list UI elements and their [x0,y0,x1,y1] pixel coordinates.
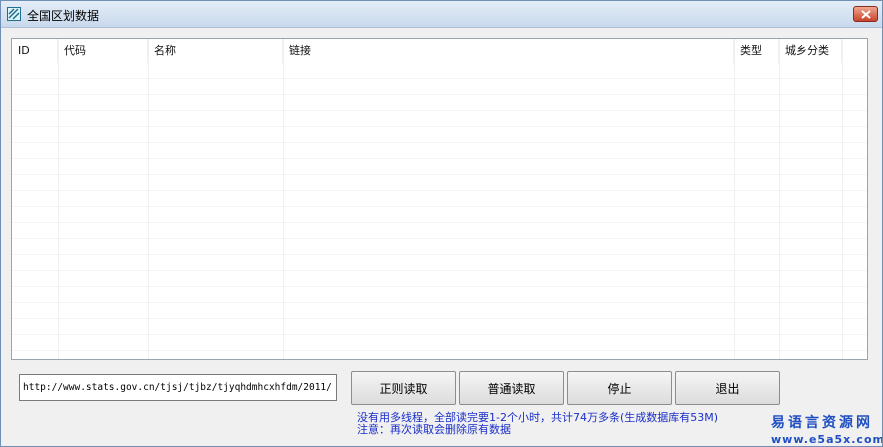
app-icon [7,7,21,21]
stop-button[interactable]: 停止 [567,371,672,405]
info-line-warning: 注意：再次读取会删除原有数据 [357,423,511,436]
list-header: ID 代码 名称 链接 类型 城乡分类 [12,39,867,63]
column-header-id[interactable]: ID [12,39,58,63]
main-window: 全国区划数据 ID 代码 名称 链接 类型 城乡分类 正 [0,0,883,447]
exit-button[interactable]: 退出 [675,371,780,405]
column-header-name[interactable]: 名称 [148,39,283,63]
normal-read-button[interactable]: 普通读取 [459,371,564,405]
close-icon [861,10,871,19]
column-header-urban-rural[interactable]: 城乡分类 [779,39,842,63]
list-body[interactable] [12,63,867,359]
column-divider [148,39,149,359]
watermark-name: 易语言资源网 [771,415,873,431]
column-header-code[interactable]: 代码 [58,39,148,63]
close-button[interactable] [853,6,878,22]
column-header-type[interactable]: 类型 [734,39,779,63]
window-title: 全国区划数据 [27,9,100,23]
column-header-link[interactable]: 链接 [283,39,734,63]
column-divider [734,39,735,359]
title-bar[interactable]: 全国区划数据 [1,1,882,28]
data-list-view[interactable]: ID 代码 名称 链接 类型 城乡分类 [11,38,868,360]
regex-read-button[interactable]: 正则读取 [351,371,456,405]
info-text: 没有用多线程，全部读完要1-2个小时，共计74万多条(生成数据库有53M) 注意… [357,412,718,436]
url-input[interactable] [19,374,337,401]
column-divider [779,39,780,359]
column-divider [283,39,284,359]
column-divider [58,39,59,359]
watermark-url: www.e5a5x.com [771,433,883,446]
column-divider [842,39,843,359]
client-area: ID 代码 名称 链接 类型 城乡分类 正则读取 普通读取 停止 退出 没有用多… [1,28,882,446]
watermark: 易语言资源网 www.e5a5x.com [771,412,883,446]
